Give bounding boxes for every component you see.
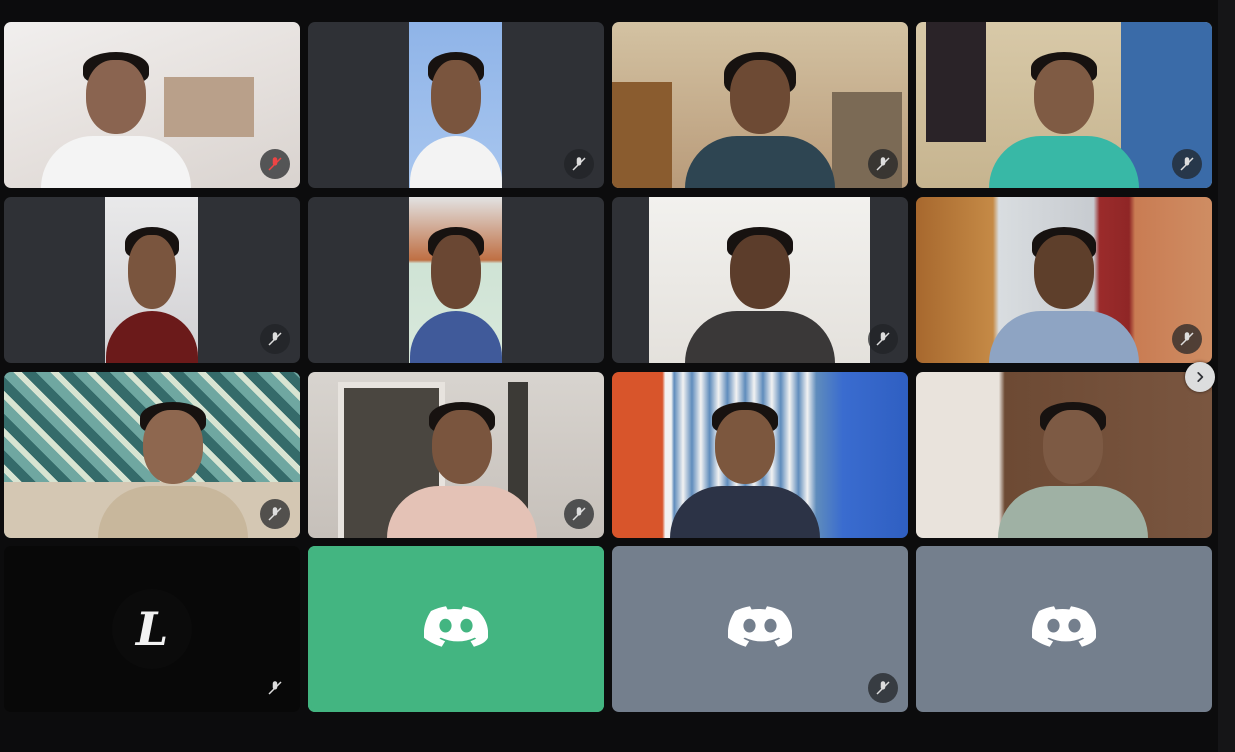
muted-mic-icon [564, 499, 594, 529]
muted-mic-icon [1172, 149, 1202, 179]
avatar-letter: L [135, 602, 169, 656]
participant-tile[interactable] [612, 22, 908, 188]
participant-tile[interactable] [612, 197, 908, 363]
video-feed [308, 372, 604, 538]
participant-tile[interactable] [916, 546, 1212, 712]
participant-tile[interactable] [612, 546, 908, 712]
participant-tile[interactable]: L [4, 546, 300, 712]
participant-tile[interactable] [308, 22, 604, 188]
muted-mic-icon [260, 149, 290, 179]
participant-tile[interactable] [612, 372, 908, 538]
video-feed [916, 372, 1212, 538]
muted-mic-icon [1172, 324, 1202, 354]
video-feed [409, 22, 502, 188]
video-feed [916, 22, 1212, 188]
muted-mic-icon [260, 673, 290, 703]
muted-mic-icon [260, 499, 290, 529]
video-feed [4, 22, 300, 188]
participant-tile[interactable] [916, 22, 1212, 188]
participant-tile[interactable] [916, 197, 1212, 363]
video-feed [105, 197, 198, 363]
participant-tile[interactable] [4, 372, 300, 538]
video-feed [612, 372, 908, 538]
muted-mic-icon [564, 149, 594, 179]
participant-tile[interactable] [308, 197, 604, 363]
participant-tile[interactable] [308, 372, 604, 538]
muted-mic-icon [868, 149, 898, 179]
participant-tile[interactable] [916, 372, 1212, 538]
window-edge [1218, 0, 1235, 752]
discord-logo-icon [728, 606, 792, 647]
video-feed [4, 372, 300, 538]
avatar [1024, 589, 1104, 669]
video-feed [612, 22, 908, 188]
avatar: L [112, 589, 192, 669]
muted-mic-icon [260, 324, 290, 354]
avatar [416, 589, 496, 669]
muted-mic-icon [868, 673, 898, 703]
discord-logo-icon [424, 606, 488, 647]
muted-mic-icon [868, 324, 898, 354]
video-feed [649, 197, 870, 363]
avatar [720, 589, 800, 669]
video-feed [409, 197, 502, 363]
participant-tile[interactable] [4, 197, 300, 363]
call-grid: L [0, 0, 1235, 752]
participant-tile-speaking[interactable] [308, 546, 604, 712]
video-feed [916, 197, 1212, 363]
participant-tile[interactable] [4, 22, 300, 188]
chevron-right-icon [1197, 372, 1204, 382]
discord-logo-icon [1032, 606, 1096, 647]
next-page-button[interactable] [1185, 362, 1215, 392]
